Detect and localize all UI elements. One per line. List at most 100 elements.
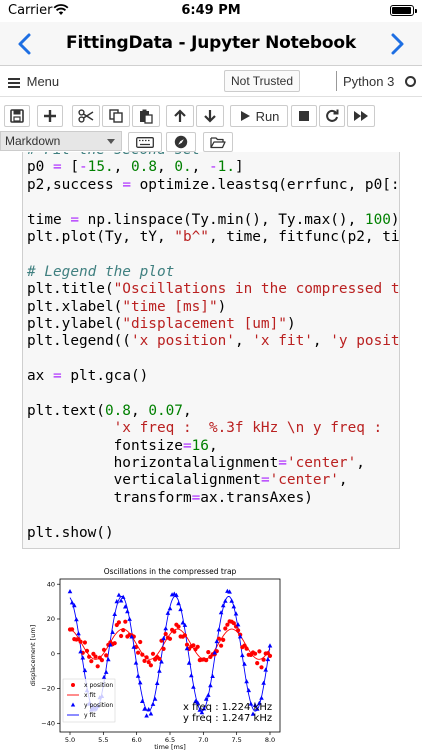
code-token: 'x position' (130, 333, 235, 350)
paste-icon (140, 109, 153, 124)
code-token: p0 (27, 159, 53, 176)
x-position-point (172, 629, 177, 634)
code-token: - (79, 159, 88, 176)
x-tick-label: 5.0 (65, 736, 75, 744)
interrupt-button[interactable] (291, 105, 317, 127)
code-line: 'x freq : %.3f kHz \n y freq : %.3f kHz' (27, 420, 399, 437)
code-token: , (356, 455, 365, 472)
y-position-point (231, 604, 237, 609)
x-position-point (123, 619, 128, 624)
x-position-point (167, 636, 173, 641)
y-tick-label: 40 (47, 580, 55, 588)
insert-cell-button[interactable] (37, 105, 63, 127)
y-tick-label: −20 (41, 685, 55, 693)
code-token: , time, fitfunc(p2, time) (208, 228, 400, 245)
code-cell[interactable]: # Fit the second setp0 = [-15., 0.8, 0.,… (22, 152, 400, 549)
code-token: 16 (191, 437, 209, 454)
move-down-icon (204, 110, 216, 123)
y-tick-label: −40 (41, 720, 55, 728)
y-position-point (206, 692, 211, 697)
notebook-toolbar: Run Markdown (0, 97, 422, 157)
stop-icon (299, 111, 309, 121)
y-position-point (267, 643, 273, 648)
y-position-point (103, 669, 109, 674)
y-tick-label: 0 (51, 650, 55, 658)
cut-button[interactable] (72, 105, 100, 127)
x-position-point (87, 654, 92, 659)
page-title: FittingData - Jupyter Notebook (66, 33, 356, 53)
code-token: = (53, 159, 62, 176)
chevron-right-icon[interactable] (386, 32, 408, 56)
menu-label: Menu (26, 74, 60, 89)
fast-forward-icon (354, 111, 368, 121)
x-position-point (191, 643, 196, 648)
not-trusted-button[interactable]: Not Trusted (224, 70, 300, 92)
open-file-button[interactable] (203, 132, 233, 152)
code-token: np.linspace(Ty.min(), Ty.max(), (79, 211, 365, 228)
clock: 6:49 PM (181, 3, 241, 18)
x-position-point (119, 633, 124, 639)
x-position-point (101, 647, 107, 652)
code-line: # Legend the plot (27, 263, 399, 281)
y-position-point (152, 696, 158, 701)
code-token: 1. (217, 159, 235, 176)
cell-type-select[interactable]: Markdown (0, 131, 122, 151)
code-token: # Legend the plot (27, 263, 175, 280)
run-all-button[interactable] (347, 105, 375, 127)
code-token: "time [ms]" (122, 298, 218, 315)
code-token: = (122, 176, 131, 193)
x-position-point (99, 658, 104, 663)
code-token: 100 (364, 211, 391, 228)
y-position-point (140, 698, 145, 703)
y-position-point (163, 626, 168, 631)
copy-button[interactable] (102, 105, 130, 127)
code-token: = (191, 489, 201, 506)
code-token: [ (61, 159, 79, 176)
x-position-point (253, 651, 258, 656)
code-token: , (191, 159, 209, 176)
save-button[interactable] (4, 105, 30, 127)
code-token: "displacement [um]" (122, 315, 287, 332)
code-editor[interactable]: # Fit the second setp0 = [-15., 0.8, 0.,… (27, 152, 400, 542)
y-position-point (229, 598, 234, 603)
paste-button[interactable] (132, 105, 160, 127)
restart-button[interactable] (319, 105, 345, 127)
x-position-point (244, 646, 249, 651)
x-tick-label: 7.0 (198, 736, 208, 744)
code-token: 'x freq : %.3f kHz \n y freq : %.3f kHz' (113, 420, 383, 437)
y-position-point (220, 603, 226, 608)
code-line: ax = plt.gca() (27, 368, 399, 385)
code-token: = (278, 455, 287, 472)
code-line: p0 = [-15., 0.8, 0., -1.] (27, 159, 399, 176)
code-token: p2,success (27, 176, 123, 193)
keyboard-shortcuts-button[interactable] (128, 132, 162, 152)
compass-icon (174, 135, 188, 149)
code-line: p2,success = optimize.leastsq(errfunc, p… (27, 176, 399, 194)
save-icon (10, 109, 24, 123)
kernel-status-icon (405, 76, 416, 87)
code-line: horizontalalignment='center', (27, 455, 399, 472)
folder-icon (210, 136, 226, 148)
y-position-point (176, 601, 181, 606)
x-position-point (144, 655, 149, 660)
y-axis-label: displacement [um] (29, 625, 37, 686)
menu-button[interactable]: Menu (8, 74, 59, 90)
x-position-point (257, 649, 262, 654)
chevron-left-icon[interactable] (14, 32, 36, 56)
move-up-button[interactable] (166, 105, 194, 127)
copy-icon (109, 109, 123, 123)
code-token: , (208, 437, 218, 454)
x-tick-label: 7.5 (231, 736, 241, 744)
legend-label: x fit (84, 692, 96, 699)
code-token: 0.8 (131, 159, 157, 176)
y-position-point (135, 673, 141, 678)
code-token: plt.xlabel( (27, 298, 123, 315)
chart-title: Oscillations in the compressed trap (104, 567, 237, 576)
y-position-point (216, 627, 222, 632)
x-axis-label: time [ms] (154, 743, 186, 750)
run-button[interactable]: Run (230, 105, 288, 127)
move-down-button[interactable] (196, 105, 224, 127)
command-palette-button[interactable] (166, 132, 196, 152)
x-position-point (116, 620, 121, 625)
